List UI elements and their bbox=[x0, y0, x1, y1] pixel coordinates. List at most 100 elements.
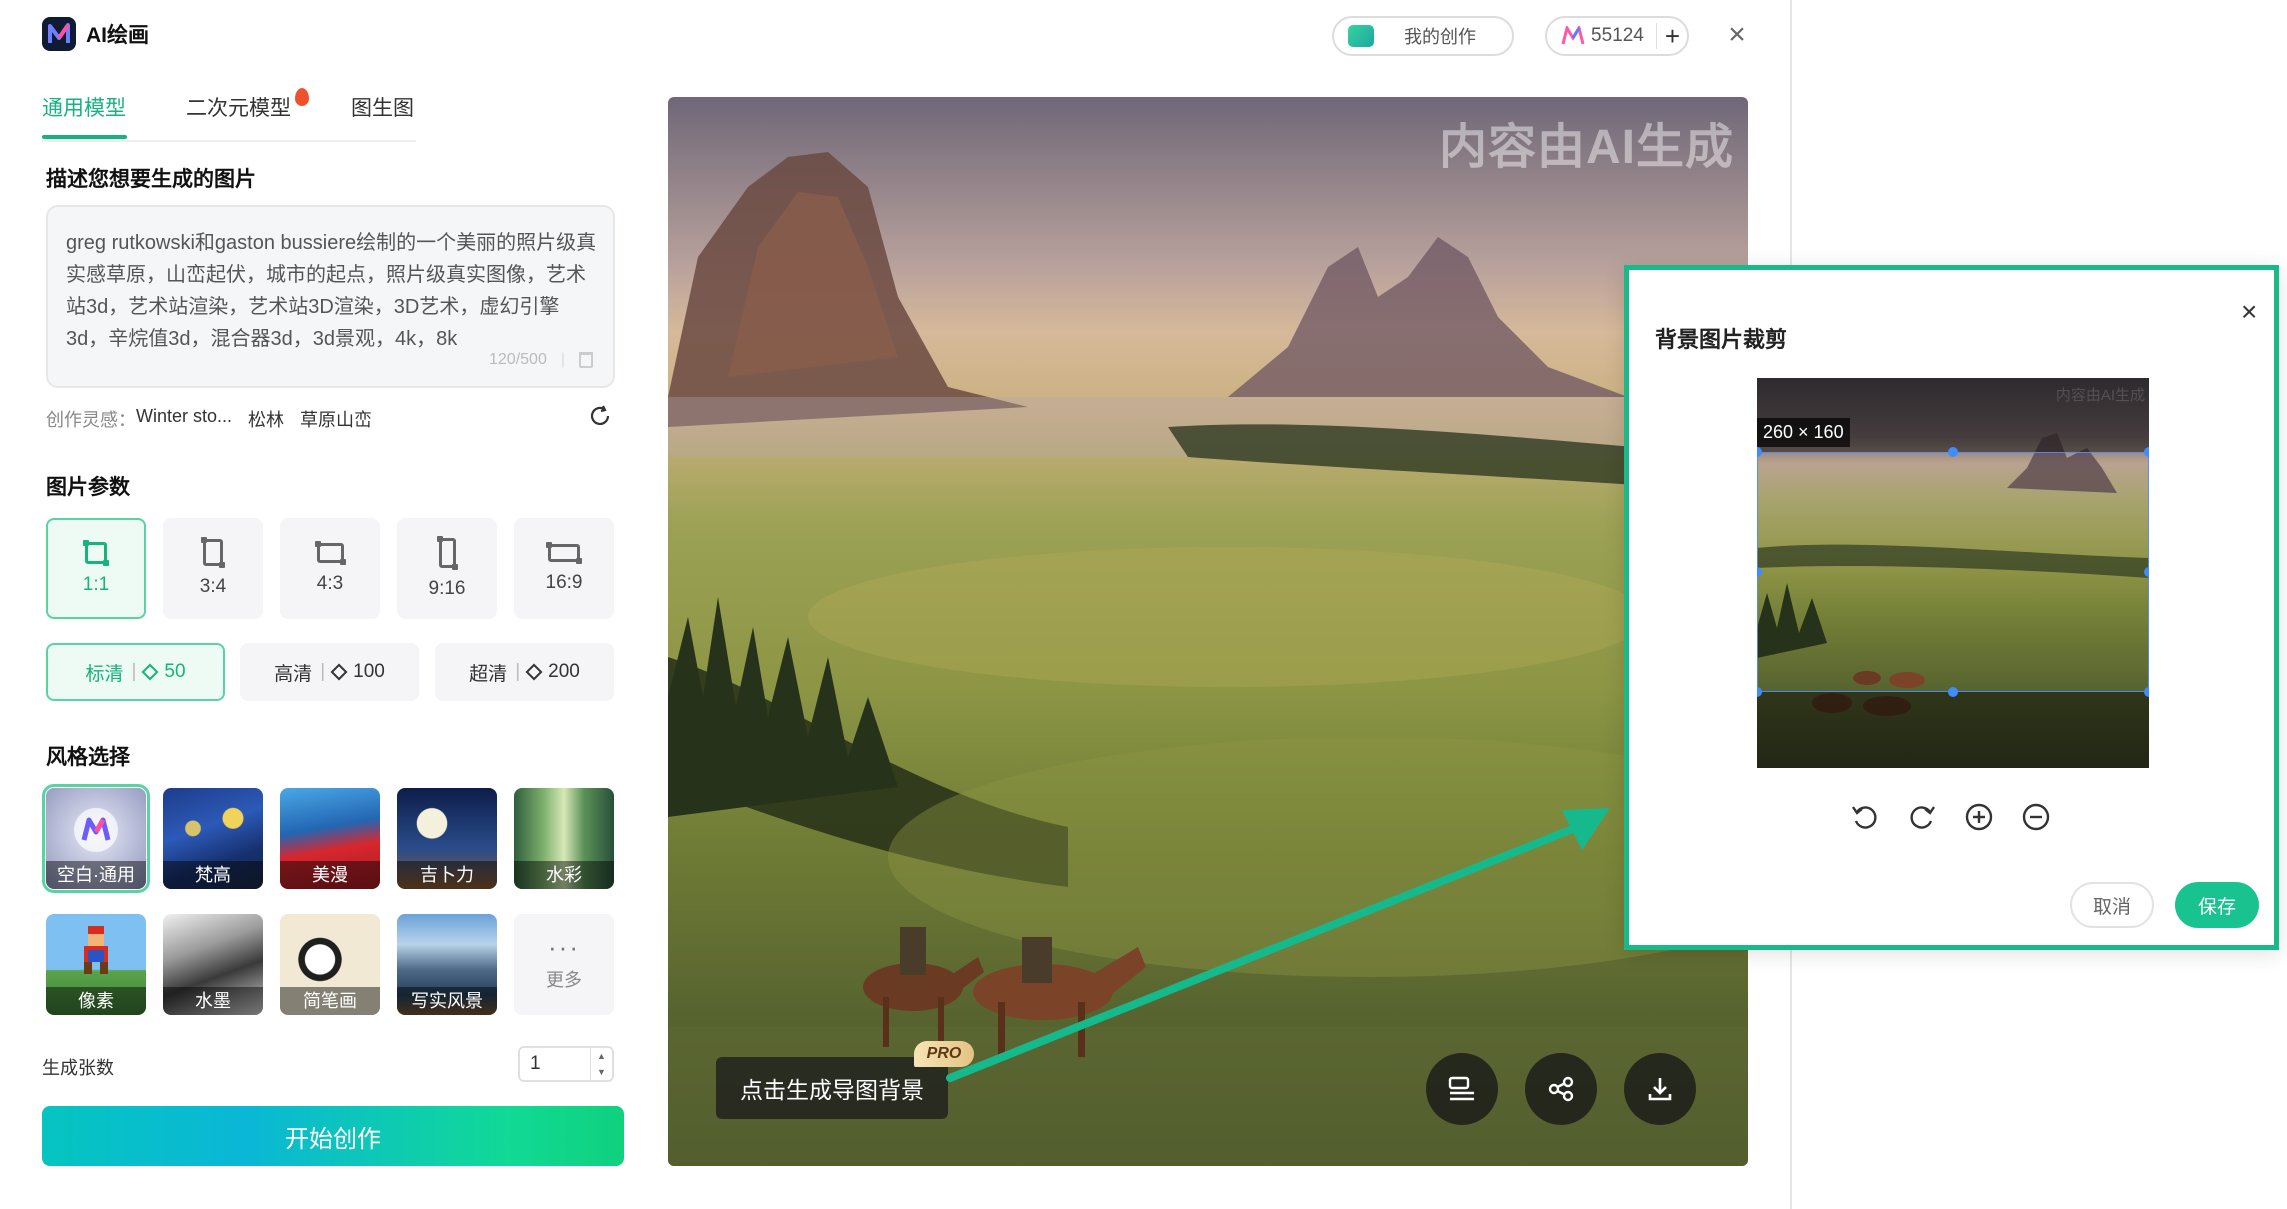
quality-standard[interactable]: 标清 | 50 bbox=[46, 643, 225, 701]
inspiration-row: 创作灵感： Winter sto... 松林 草原山峦 bbox=[46, 406, 372, 432]
tab-anime-model[interactable]: 二次元模型 bbox=[186, 92, 291, 122]
ratio-wide-icon bbox=[546, 541, 582, 564]
close-icon[interactable]: × bbox=[1720, 18, 1754, 52]
crop-canvas[interactable]: 内容由AI生成 260 × 160 bbox=[1757, 378, 2149, 768]
quality-uhd[interactable]: 超清 | 200 bbox=[435, 643, 614, 701]
ai-watermark: 内容由AI生成 bbox=[1438, 121, 1734, 174]
ratio-label: 3:4 bbox=[199, 576, 227, 597]
quality-hd[interactable]: 高清 | 100 bbox=[240, 643, 419, 701]
share-button[interactable] bbox=[1525, 1053, 1597, 1125]
zoom-out-icon[interactable] bbox=[2019, 800, 2053, 834]
ratio-tall-icon bbox=[436, 535, 458, 570]
zoom-in-icon[interactable] bbox=[1962, 800, 1996, 834]
inspiration-item[interactable]: Winter sto... bbox=[136, 406, 232, 432]
count-label: 生成张数 bbox=[42, 1058, 114, 1078]
quality-cost: 50 bbox=[164, 661, 186, 682]
start-create-button[interactable]: 开始创作 bbox=[42, 1106, 624, 1166]
ratio-3-4[interactable]: 3:4 bbox=[163, 518, 263, 619]
save-button[interactable]: 保存 bbox=[2175, 882, 2259, 928]
rotate-right-icon[interactable] bbox=[1905, 800, 1939, 834]
credits-display: 55124 + bbox=[1545, 16, 1689, 56]
style-van-gogh[interactable]: 梵高 bbox=[163, 788, 263, 889]
ratio-16-9[interactable]: 16:9 bbox=[514, 518, 614, 619]
prompt-text: greg rutkowski和gaston bussiere绘制的一个美丽的照片… bbox=[66, 232, 597, 350]
rotate-left-icon[interactable] bbox=[1848, 800, 1882, 834]
hot-flame-icon bbox=[295, 88, 309, 106]
more-label: 更多 bbox=[546, 969, 582, 990]
tab-general-model[interactable]: 通用模型 bbox=[42, 92, 126, 122]
count-stepper[interactable]: ▲ ▼ bbox=[518, 1046, 614, 1082]
crop-selection-box[interactable] bbox=[1757, 452, 2149, 692]
styles-heading: 风格选择 bbox=[46, 746, 130, 769]
set-background-button[interactable] bbox=[1426, 1053, 1498, 1125]
ratio-9-16[interactable]: 9:16 bbox=[397, 518, 497, 619]
style-label: 吉卜力 bbox=[397, 861, 497, 889]
image-icon bbox=[1348, 25, 1374, 47]
crop-handle[interactable] bbox=[2144, 567, 2149, 577]
trash-icon[interactable] bbox=[579, 352, 593, 368]
diamond-icon bbox=[330, 663, 348, 681]
ratio-label: 4:3 bbox=[316, 572, 344, 594]
style-blank-general[interactable]: 空白·通用 bbox=[42, 784, 150, 893]
quality-cost: 200 bbox=[548, 661, 580, 682]
separator: | bbox=[320, 661, 326, 682]
close-icon[interactable]: × bbox=[2241, 296, 2257, 328]
active-tab-indicator bbox=[42, 135, 127, 139]
separator: | bbox=[131, 661, 137, 682]
app-logo: AI绘画 bbox=[42, 17, 149, 51]
download-button[interactable] bbox=[1624, 1053, 1696, 1125]
crop-handle[interactable] bbox=[2144, 447, 2149, 457]
add-credits-button[interactable]: + bbox=[1655, 23, 1680, 49]
count-input[interactable] bbox=[520, 1048, 590, 1080]
cancel-button[interactable]: 取消 bbox=[2070, 882, 2154, 928]
ratio-landscape-icon bbox=[314, 540, 346, 565]
pixel-character-icon bbox=[84, 926, 108, 974]
model-tabs: 通用模型 二次元模型 图生图 bbox=[42, 88, 416, 142]
style-realistic-landscape[interactable]: 写实风景 bbox=[397, 914, 497, 1015]
quality-label: 标清 bbox=[85, 663, 124, 685]
credits-value: 55124 bbox=[1591, 25, 1644, 46]
style-label: 美漫 bbox=[280, 861, 380, 889]
crop-handle[interactable] bbox=[2144, 687, 2149, 697]
style-more[interactable]: ··· 更多 bbox=[514, 914, 614, 1015]
ratio-1-1[interactable]: 1:1 bbox=[46, 518, 146, 619]
ratio-square-icon bbox=[83, 539, 109, 566]
download-icon bbox=[1648, 1078, 1672, 1101]
crop-dialog: 背景图片裁剪 × 内容由AI生成 260 × 160 取消 保存 bbox=[1624, 265, 2279, 950]
style-label: 水墨 bbox=[163, 987, 263, 1015]
style-american-comic[interactable]: 美漫 bbox=[280, 788, 380, 889]
crop-dimensions: 260 × 160 bbox=[1757, 418, 1850, 447]
my-creations-button[interactable]: 我的创作 bbox=[1332, 16, 1514, 56]
preview-image: 内容由AI生成 点击生成导图背景 PRO bbox=[668, 97, 1748, 1166]
refresh-icon[interactable] bbox=[588, 404, 612, 435]
inspiration-item[interactable]: 松林 bbox=[248, 406, 284, 432]
style-pixel[interactable]: 像素 bbox=[46, 914, 146, 1015]
prompt-count: 120/500 bbox=[489, 351, 547, 368]
style-ink-wash[interactable]: 水墨 bbox=[163, 914, 263, 1015]
diamond-icon bbox=[141, 663, 159, 681]
chevron-up-icon[interactable]: ▲ bbox=[597, 1051, 606, 1061]
inspiration-item[interactable]: 草原山峦 bbox=[300, 406, 372, 432]
chevron-down-icon[interactable]: ▼ bbox=[597, 1067, 606, 1077]
brand-m-icon bbox=[1561, 26, 1585, 45]
prompt-textarea[interactable]: greg rutkowski和gaston bussiere绘制的一个美丽的照片… bbox=[46, 205, 615, 388]
ratio-4-3[interactable]: 4:3 bbox=[280, 518, 380, 619]
stepper-arrows[interactable]: ▲ ▼ bbox=[590, 1048, 612, 1080]
ratio-portrait-icon bbox=[201, 537, 225, 568]
crop-handle[interactable] bbox=[1948, 687, 1958, 697]
style-ghibli[interactable]: 吉卜力 bbox=[397, 788, 497, 889]
style-sketch[interactable]: 简笔画 bbox=[280, 914, 380, 1015]
my-creations-label: 我的创作 bbox=[1404, 27, 1476, 47]
ratio-label: 16:9 bbox=[545, 571, 583, 593]
style-label: 写实风景 bbox=[397, 987, 497, 1015]
quality-label: 高清 bbox=[274, 663, 313, 685]
tab-image-to-image[interactable]: 图生图 bbox=[351, 92, 414, 122]
style-watercolor[interactable]: 水彩 bbox=[514, 788, 614, 889]
generate-mindmap-background-button[interactable]: 点击生成导图背景 bbox=[716, 1057, 948, 1119]
crop-handle[interactable] bbox=[1948, 447, 1958, 457]
more-dots-icon: ··· bbox=[548, 931, 580, 962]
style-label: 水彩 bbox=[514, 861, 614, 889]
style-label: 像素 bbox=[46, 987, 146, 1015]
prompt-counter: 120/500 | bbox=[489, 344, 593, 376]
ai-painting-panel: AI绘画 我的创作 55124 + × 通用模型 二次元模型 图生图 描述您想要… bbox=[0, 0, 1792, 1209]
